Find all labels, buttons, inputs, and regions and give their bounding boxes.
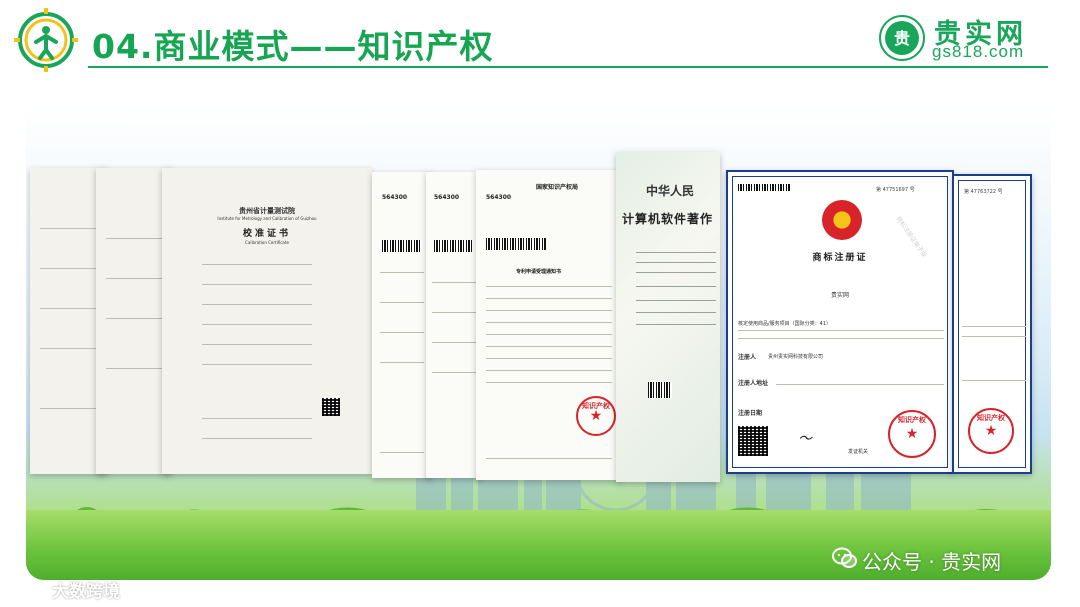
trademark-goods-label: 核定使用商品/服务项目（国际分类：41） — [738, 321, 832, 327]
trademark-mark: 贵实网 — [830, 292, 849, 299]
patent-doc-2: 564300 — [426, 172, 482, 478]
software-cert-title-1: 中华人民 — [646, 184, 695, 198]
calibration-title: 校准证书 — [242, 229, 291, 239]
patent-postcode: 564300 — [486, 194, 512, 201]
watermark-left-text: 大数跨境 — [52, 582, 120, 602]
trademark-cert-2: 第 47763722 号 知识产权 ★ — [952, 174, 1032, 474]
trademark-address-label: 注册人地址 — [738, 380, 769, 387]
kebo-logo-icon — [13, 577, 48, 599]
title-underline — [88, 66, 1048, 68]
header: 04.商业模式——知识产权 贵 贵实网 gs818.com — [0, 0, 1080, 78]
software-copyright-cert: 中华人民 计算机软件著作 — [616, 152, 720, 482]
qr-code-icon — [322, 398, 340, 416]
trademark-stamp-2-icon: 知识产权 ★ — [968, 408, 1014, 454]
sky-highlight — [26, 92, 1051, 152]
brand-seal-icon: 贵 — [879, 15, 925, 61]
national-emblem-icon — [822, 200, 862, 240]
trademark-issuer: 发证机关 — [848, 449, 869, 455]
trademark-registrant-label: 注册人 — [738, 354, 757, 361]
signature-icon: 〜 — [798, 431, 812, 447]
patent-doc-3: 国家知识产权局 564300 专利申请受理通知书 知识产权 ★ — [476, 170, 622, 480]
watermark-right-text: 公众号 · 贵实网 — [862, 550, 1002, 574]
qr-code-icon — [738, 426, 768, 456]
trademark-cert-1: 第 47751697 号 商标注册证 贵实网 核定使用商品/服务项目（国际分类：… — [726, 170, 954, 474]
svg-text:贵: 贵 — [894, 29, 910, 48]
calibration-title-en: Calibration Certificate — [245, 240, 289, 245]
page-title: 04.商业模式——知识产权 — [92, 27, 494, 66]
content-stage: 贵州省计量测试院 Institute for Metrology and Cal… — [26, 92, 1051, 580]
logo-icon — [14, 8, 78, 72]
patent-stamp-icon: 知识产权 ★ — [576, 396, 616, 436]
patent-notice-title: 专利申请受理通知书 — [516, 269, 562, 275]
trademark-date-label: 注册日期 — [738, 410, 763, 417]
calibration-issuer-en: Institute for Metrology and Calibration … — [217, 216, 317, 221]
trademark-stamp-icon: 知识产权 ★ — [888, 410, 936, 458]
software-cert-title-2: 计算机软件著作 — [622, 212, 714, 226]
trademark-number-1: 第 47751697 号 — [876, 187, 915, 193]
trademark-registrant: 贵州贵实网科技有限公司 — [768, 354, 824, 360]
brand-logo: 贵 贵实网 gs818.com — [876, 10, 1046, 66]
patent-office: 国家知识产权局 — [536, 184, 579, 191]
patent-doc-1: 564300 — [372, 172, 432, 478]
wechat-icon — [832, 547, 857, 568]
trademark-number-2: 第 47763722 号 — [964, 189, 1003, 195]
calibration-issuer: 贵州省计量测试院 — [239, 207, 295, 215]
brand-url: gs818.com — [932, 42, 1025, 61]
calibration-cert-3: 贵州省计量测试院 Institute for Metrology and Cal… — [162, 168, 372, 474]
calibration-cert-2 — [96, 168, 172, 474]
